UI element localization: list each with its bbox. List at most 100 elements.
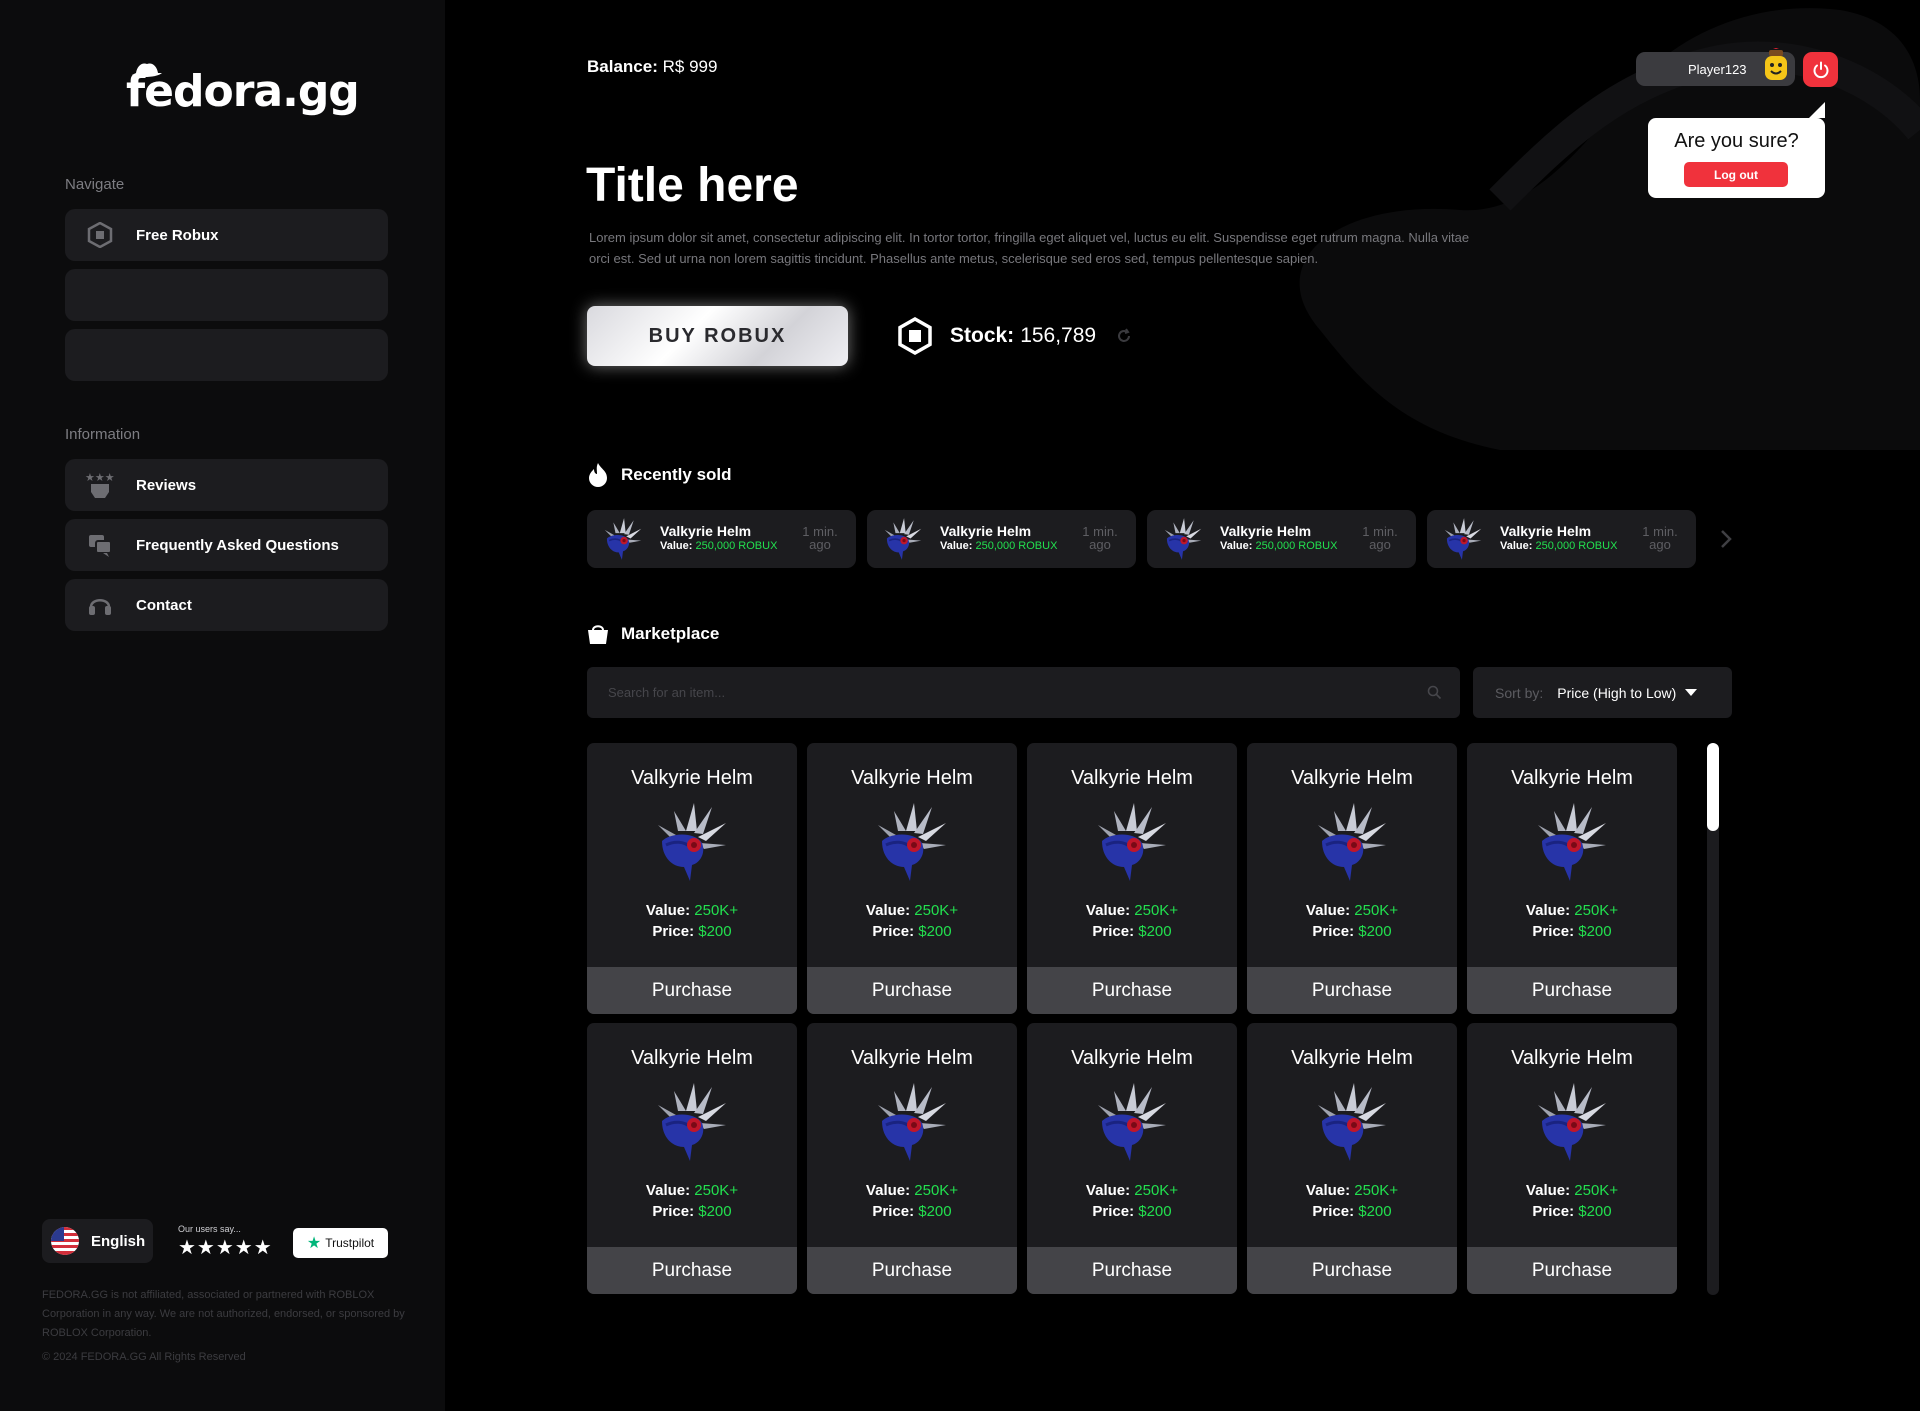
confirm-logout-button[interactable]: Log out	[1684, 162, 1788, 187]
search-field[interactable]	[587, 667, 1460, 718]
purchase-button[interactable]: Purchase	[1027, 1247, 1237, 1294]
sidebar-item-free-robux[interactable]: Free Robux	[65, 209, 388, 261]
item-price: Price: $200	[587, 1203, 797, 1220]
item-value-amount: 250K+	[694, 1182, 739, 1199]
valkyrie-helm-image	[1316, 1081, 1388, 1163]
language-selector[interactable]: English	[42, 1219, 153, 1263]
recent-sale-card[interactable]: Valkyrie Helm Value: 250,000 ROBUX 1 min. …	[1427, 510, 1696, 568]
recent-item-name: Valkyrie Helm	[660, 523, 752, 539]
sidebar-item-label: Frequently Asked Questions	[136, 536, 339, 554]
item-price-amount: $200	[918, 923, 952, 940]
user-menu[interactable]: Player123	[1636, 48, 1795, 86]
recent-item-value: Value: 250,000 ROBUX	[1220, 540, 1337, 552]
recent-item-value: Value: 250,000 ROBUX	[1500, 540, 1617, 552]
item-price-amount: $200	[698, 1203, 732, 1220]
purchase-button[interactable]: Purchase	[1027, 967, 1237, 1014]
recent-time-text: 1 min. ago	[1362, 524, 1398, 552]
item-card: Valkyrie Helm Value: 250K+ Price: $200 Purc…	[1247, 1023, 1457, 1294]
stock-value: 156,789	[1020, 324, 1097, 347]
navigate-label: Navigate	[65, 176, 125, 193]
item-name: Valkyrie Helm	[1511, 767, 1633, 789]
logout-power-button[interactable]	[1803, 52, 1838, 87]
recent-sale-card[interactable]: Valkyrie Helm Value: 250,000 ROBUX 1 min. …	[867, 510, 1136, 568]
valkyrie-helm-image	[656, 1081, 728, 1163]
item-value-amount: 250K+	[1574, 902, 1619, 919]
item-price-amount: $200	[698, 923, 732, 940]
search-input[interactable]	[608, 667, 1408, 718]
purchase-button[interactable]: Purchase	[1467, 1247, 1677, 1294]
buy-robux-button[interactable]: BUY ROBUX	[587, 306, 848, 366]
sidebar: fedora.gg Navigate Free Robux Informatio…	[0, 0, 445, 1411]
recent-sale-card[interactable]: Valkyrie Helm Value: 250,000 ROBUX 1 min. …	[1147, 510, 1416, 568]
sidebar-item-faq[interactable]: Frequently Asked Questions	[65, 519, 388, 571]
item-card: Valkyrie Helm Value: 250K+ Price: $200 Purc…	[1247, 743, 1457, 1014]
rating-stars: ★★★★★	[178, 1237, 273, 1259]
recent-item-name: Valkyrie Helm	[1220, 523, 1312, 539]
valkyrie-helm-image	[656, 801, 728, 883]
sidebar-item-label: Free Robux	[136, 226, 219, 244]
trustpilot-label: Trustpilot	[325, 1236, 375, 1250]
item-price: Price: $200	[807, 1203, 1017, 1220]
scrollbar-thumb[interactable]	[1707, 743, 1719, 831]
search-icon[interactable]	[1427, 685, 1442, 700]
recent-value-label: Value:	[660, 540, 693, 552]
sidebar-item-contact[interactable]: Contact	[65, 579, 388, 631]
recent-value-label: Value:	[1220, 540, 1253, 552]
item-name: Valkyrie Helm	[1291, 1047, 1413, 1069]
refresh-icon[interactable]	[1116, 328, 1132, 344]
purchase-button[interactable]: Purchase	[807, 967, 1017, 1014]
recent-time: 1 min. ago	[1360, 525, 1400, 551]
item-price-label: Price:	[1532, 923, 1575, 940]
recent-sale-card[interactable]: Valkyrie Helm Value: 250,000 ROBUX 1 min. …	[587, 510, 856, 568]
page-description: Lorem ipsum dolor sit amet, consectetur …	[589, 230, 1470, 266]
sidebar-item-label: Reviews	[136, 476, 197, 494]
item-price-amount: $200	[918, 1203, 952, 1220]
valkyrie-helm-image	[1536, 801, 1608, 883]
item-value: Value: 250K+	[1467, 902, 1677, 919]
brand-logo[interactable]: fedora.gg	[126, 63, 360, 117]
purchase-button[interactable]: Purchase	[807, 1247, 1017, 1294]
purchase-button[interactable]: Purchase	[587, 1247, 797, 1294]
item-name: Valkyrie Helm	[851, 1047, 973, 1069]
item-value-label: Value:	[865, 902, 911, 919]
balance-label: Balance:	[587, 57, 658, 76]
purchase-button[interactable]: Purchase	[587, 967, 797, 1014]
item-card: Valkyrie Helm Value: 250K+ Price: $200 Purc…	[1027, 1023, 1237, 1294]
sort-dropdown[interactable]: Sort by: Price (High to Low)	[1473, 667, 1732, 718]
item-value-label: Value:	[1305, 1182, 1351, 1199]
item-price-label: Price:	[1092, 923, 1135, 940]
valkyrie-helm-image	[603, 517, 643, 561]
purchase-button[interactable]: Purchase	[1247, 967, 1457, 1014]
user-rating: Our users say... ★★★★★	[178, 1224, 273, 1260]
item-value-amount: 250K+	[694, 902, 739, 919]
stock-indicator: Stock: 156,789	[897, 316, 1132, 356]
sidebar-item-label: Contact	[136, 596, 192, 614]
purchase-button[interactable]: Purchase	[1247, 1247, 1457, 1294]
recent-value-label: Value:	[940, 540, 973, 552]
item-value-label: Value:	[1525, 902, 1571, 919]
sort-value: Price (High to Low)	[1557, 684, 1677, 701]
item-price: Price: $200	[1467, 923, 1677, 940]
us-flag-icon	[51, 1227, 79, 1255]
recent-value-label: Value:	[1500, 540, 1533, 552]
svg-text:★★★: ★★★	[85, 472, 115, 484]
valkyrie-helm-image	[876, 801, 948, 883]
sidebar-item-empty-1[interactable]	[65, 269, 388, 321]
purchase-button[interactable]: Purchase	[1467, 967, 1677, 1014]
sidebar-item-empty-2[interactable]	[65, 329, 388, 381]
item-name: Valkyrie Helm	[851, 767, 973, 789]
item-value-label: Value:	[1525, 1182, 1571, 1199]
item-value: Value: 250K+	[1467, 1182, 1677, 1199]
item-value-amount: 250K+	[1354, 902, 1399, 919]
item-value: Value: 250K+	[1027, 1182, 1237, 1199]
robux-hexagon-icon	[85, 220, 115, 250]
item-value: Value: 250K+	[587, 902, 797, 919]
item-value-label: Value:	[1305, 902, 1351, 919]
item-value: Value: 250K+	[1027, 902, 1237, 919]
trustpilot-badge[interactable]: ★ Trustpilot	[293, 1228, 388, 1258]
sidebar-item-reviews[interactable]: ★★★ Reviews	[65, 459, 388, 511]
chevron-right-icon[interactable]	[1719, 528, 1733, 550]
recent-item-value: Value: 250,000 ROBUX	[940, 540, 1057, 552]
item-value: Value: 250K+	[1247, 1182, 1457, 1199]
valkyrie-helm-image	[1536, 1081, 1608, 1163]
